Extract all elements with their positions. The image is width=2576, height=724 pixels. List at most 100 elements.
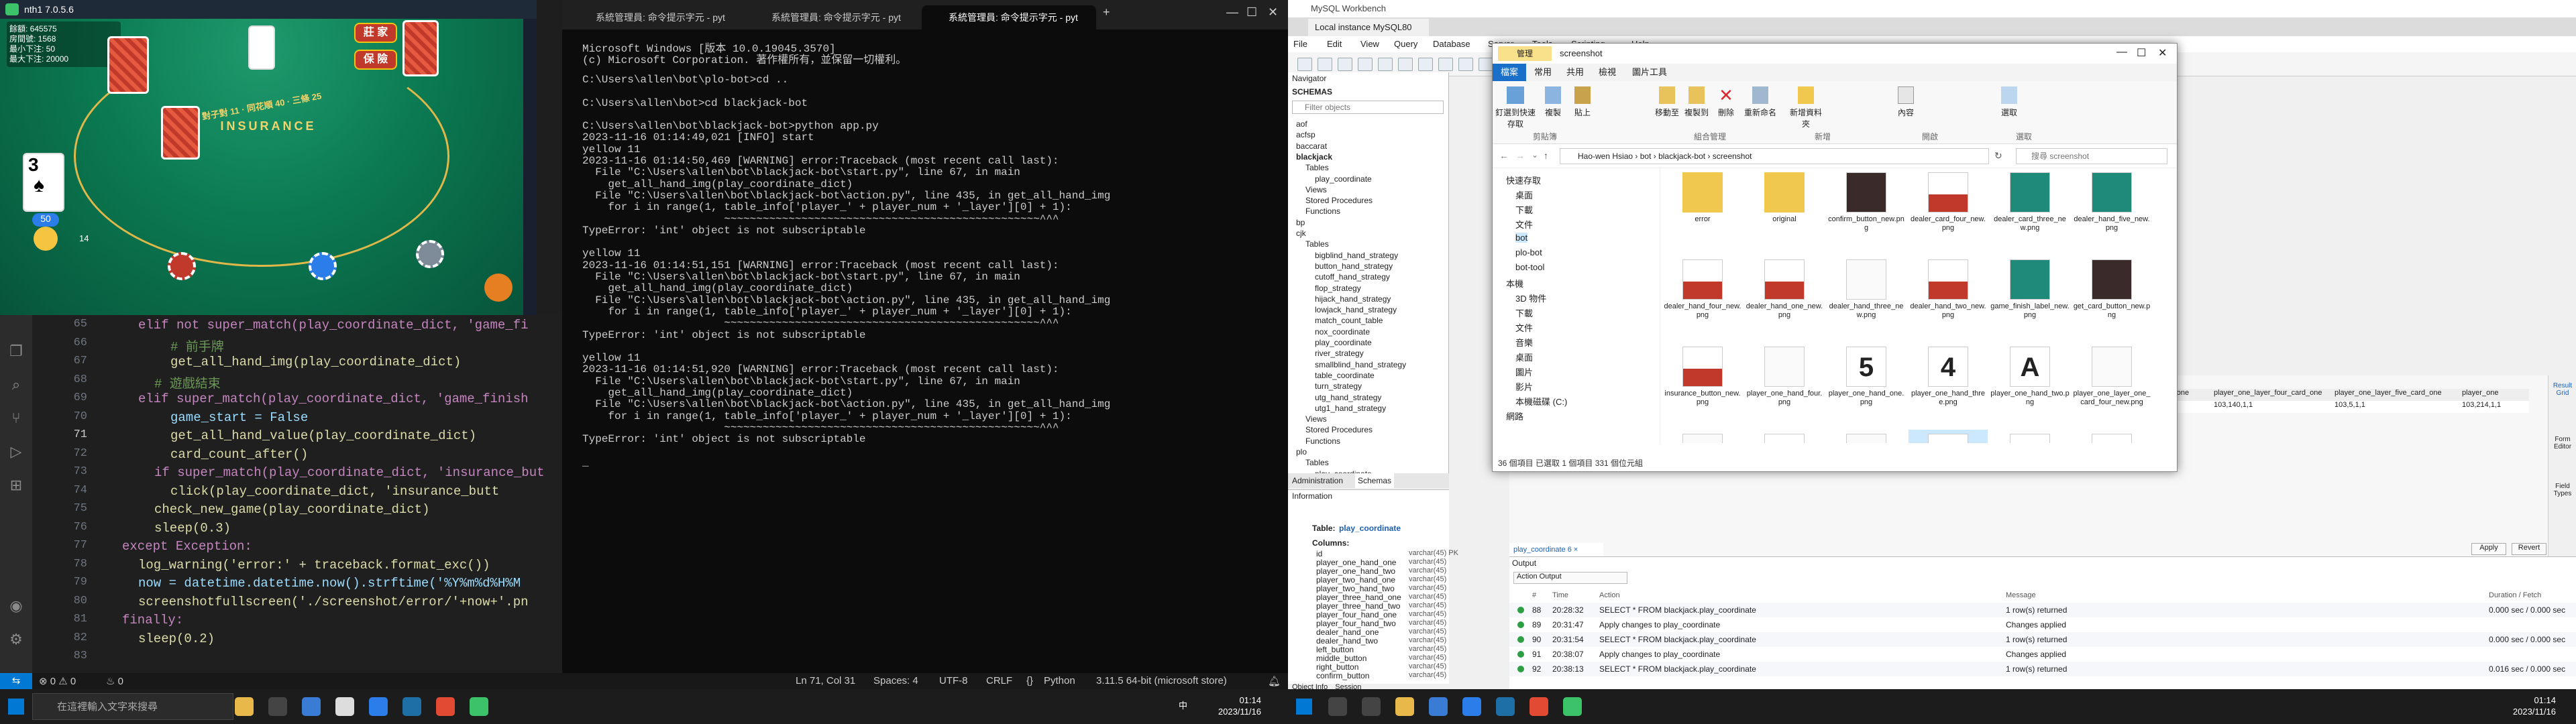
open-sql-icon[interactable] (1318, 58, 1332, 71)
search-icon[interactable] (1328, 697, 1347, 716)
code-line[interactable]: # 前手牌 (170, 337, 224, 355)
taskbar-clock[interactable]: 01:14 2023/11/16 (1208, 695, 1261, 717)
schema-tree-item[interactable]: cutoff_hand_strategy (1315, 272, 1390, 282)
nav-pane-item[interactable]: 網路 (1506, 410, 1523, 422)
run-debug-icon[interactable]: ▷ (7, 442, 25, 461)
blackjack-table[interactable]: 餘額: 645575 房間號: 1568 最小下注: 50 最大下注: 2000… (0, 19, 523, 315)
schema-tree-item[interactable]: Views (1305, 414, 1327, 424)
code-line[interactable]: now = datetime.datetime.now().strftime('… (138, 576, 521, 591)
schemas-tab[interactable]: Schemas (1355, 473, 1395, 488)
result-col-header[interactable]: player_one_layer_four_card_one (2214, 389, 2322, 397)
nav-pane-item[interactable]: 圖片 (1515, 365, 1533, 378)
schema-tree-item[interactable]: utg1_hand_strategy (1315, 404, 1386, 413)
ports-count[interactable]: ♨ 0 (106, 675, 123, 687)
output-row[interactable]: 89 20:31:47 Apply changes to play_coordina… (1509, 617, 2576, 632)
file-item[interactable]: dealer_card_three_new.png (1990, 168, 2070, 254)
mysql-icon[interactable] (402, 697, 421, 716)
recent-locations-icon[interactable]: ⌄ (1532, 150, 1538, 160)
refresh-icon[interactable]: ↻ (1994, 150, 2002, 162)
schema-tree-item[interactable]: table_coordinate (1315, 371, 1375, 380)
file-item[interactable]: dealer_hand_four_new.png (1663, 255, 1742, 341)
schema-tree-item[interactable]: baccarat (1296, 141, 1327, 151)
code-line[interactable]: except Exception: (122, 539, 252, 554)
form-editor-toggle[interactable]: Form Editor (2548, 436, 2576, 450)
notification-bell-icon[interactable]: 🔔︎ (1268, 675, 1281, 687)
minimize-icon[interactable]: — (1226, 5, 1238, 19)
settings-gear-icon[interactable]: ⚙ (7, 630, 25, 649)
close-icon[interactable]: ✕ (1268, 5, 1278, 19)
schema-tree-item[interactable]: lowjack_hand_strategy (1315, 305, 1397, 314)
output-row[interactable]: 92 20:38:13 SELECT * FROM blackjack.play_c… (1509, 662, 2576, 676)
create-function-icon[interactable] (1438, 58, 1453, 71)
schema-tree-item[interactable]: cjk (1296, 229, 1306, 238)
output-type-select[interactable]: Action Output (1513, 572, 1627, 584)
file-item[interactable]: dealer_card_four_new.png (1909, 168, 1988, 254)
code-line[interactable]: get_all_hand_img(play_coordinate_dict) (170, 355, 461, 369)
reconnect-icon[interactable] (1479, 58, 1493, 71)
file-item[interactable]: player_one_hand_four.png (1745, 343, 1824, 428)
insurance-button[interactable]: 保 險 (354, 50, 397, 70)
schema-tree-item[interactable]: hijack_hand_strategy (1315, 294, 1391, 304)
chrome-icon[interactable] (436, 697, 455, 716)
copy-to-button[interactable]: 複製到 (1683, 86, 1710, 118)
chip-100[interactable] (168, 252, 196, 280)
remote-icon[interactable]: ⇆ (0, 673, 32, 689)
menu-database[interactable]: Database (1433, 36, 1470, 52)
player-avatar[interactable] (34, 227, 58, 251)
properties-button[interactable]: 內容 (1892, 86, 1919, 118)
file-item[interactable]: player_one_layer_one_card_three_new.png (1663, 430, 1742, 443)
crumb-bot[interactable]: bot (1640, 152, 1652, 161)
task-view-icon[interactable] (1362, 697, 1381, 716)
code-line[interactable]: get_all_hand_value(play_coordinate_dict) (170, 428, 476, 443)
file-item[interactable]: insurance_button_new.png (1663, 343, 1742, 428)
code-line[interactable]: sleep(0.3) (154, 521, 231, 536)
result-cell[interactable]: 103,140,1,1 (2214, 401, 2253, 409)
code-line[interactable]: log_warning('error:' + traceback.format_… (138, 558, 490, 572)
create-view-icon[interactable] (1398, 58, 1413, 71)
file-item[interactable]: 5player_one_layer_one_hand_one_new.png (1909, 430, 1988, 443)
file-item[interactable]: 4player_one_layer_one_hand_three_new.png (1990, 430, 2070, 443)
file-item[interactable]: 4 player_one_hand_three.png (1909, 343, 1988, 428)
schema-tree-item[interactable]: Tables (1305, 163, 1329, 172)
crumb-screenshot[interactable]: screenshot (1713, 152, 1752, 161)
terminal-tab-3[interactable]: 系統管理員: 命令提示字元 - pyt (922, 5, 1096, 29)
file-item[interactable]: confirm_button_new.png (1827, 168, 1906, 254)
schema-tree-item[interactable]: Functions (1305, 436, 1340, 446)
schema-tree-item[interactable]: play_coordinate (1315, 174, 1372, 184)
nav-pane-item[interactable]: 文件 (1515, 218, 1533, 231)
move-to-button[interactable]: 移動至 (1654, 86, 1680, 118)
minimize-icon[interactable]: — (2116, 46, 2127, 58)
ime-indicator[interactable]: 中 (1167, 700, 1187, 711)
taskbar-clock[interactable]: 01:14 2023/11/16 (2502, 695, 2556, 717)
search-table-icon[interactable] (1458, 58, 1473, 71)
menu-edit[interactable]: Edit (1327, 36, 1342, 52)
schema-tree-item[interactable]: plo (1296, 447, 1307, 457)
file-item[interactable]: Aplayer_one_hand_two.png (1990, 343, 2070, 428)
output-row[interactable]: 91 20:38:07 Apply changes to play_coordina… (1509, 647, 2576, 662)
apply-button[interactable]: Apply (2471, 543, 2506, 555)
file-item[interactable]: dealer_hand_two_new.png (1909, 255, 1988, 341)
schema-tree-item[interactable]: flop_strategy (1315, 284, 1361, 293)
result-col-header[interactable]: player_one (2462, 389, 2498, 397)
schema-tree-item[interactable]: Functions (1305, 206, 1340, 216)
interpreter[interactable]: 3.11.5 64-bit (microsoft store) (1096, 675, 1227, 686)
start-windows-icon[interactable] (8, 699, 24, 715)
schema-tree-item[interactable]: nox_coordinate (1315, 327, 1370, 337)
terminal-output[interactable]: Microsoft Windows [版本 10.0.19045.3570] (c… (562, 29, 1288, 673)
code-line[interactable]: # 遊戲結束 (154, 373, 221, 391)
chrome-icon[interactable] (1529, 697, 1548, 716)
nav-pane-item[interactable]: 本機 (1506, 277, 1523, 290)
language-mode[interactable]: Python (1044, 675, 1075, 686)
ribbon-tab-view[interactable]: 檢視 (1599, 64, 1616, 81)
menu-round-button[interactable] (484, 274, 513, 302)
line-icon[interactable] (470, 697, 488, 716)
forward-icon[interactable]: → (1515, 150, 1525, 161)
nav-pane-item[interactable]: 下載 (1515, 203, 1533, 216)
task-view-icon[interactable] (268, 697, 287, 716)
source-control-icon[interactable]: ⑂ (7, 409, 25, 428)
result-tab[interactable]: play_coordinate 6 × (1509, 543, 1603, 556)
file-item[interactable]: dealer_hand_three_new.png (1827, 255, 1906, 341)
file-item[interactable]: dealer_hand_five_new.png (2072, 168, 2151, 254)
menu-file[interactable]: File (1293, 36, 1307, 52)
chip-50[interactable] (309, 252, 337, 280)
